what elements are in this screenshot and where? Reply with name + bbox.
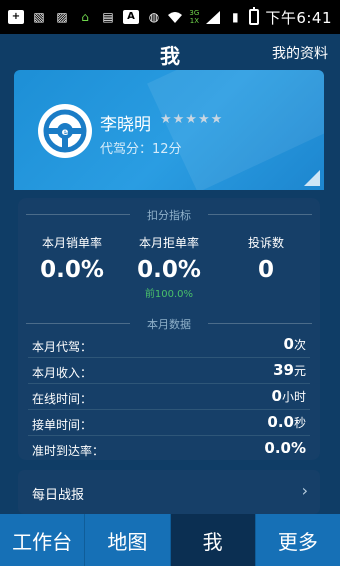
stat-row-online-time: 在线时间： 0小时 [28, 384, 310, 410]
signal-icon [205, 10, 221, 24]
svg-text:e: e [62, 127, 69, 138]
stat-label: 本月代驾： [32, 340, 93, 354]
stat-value: 0次 [283, 335, 306, 353]
kpi-cancel-rate: 本月销单率 0.0% [24, 234, 120, 283]
network-top: 3G [189, 9, 200, 17]
sim-icon: ▮ [232, 10, 239, 24]
tab-map[interactable]: 地图 [85, 514, 171, 566]
wifi-icon [167, 10, 183, 24]
kpi-value: 0.0% [137, 257, 201, 283]
stat-value: 39元 [273, 361, 306, 379]
daily-report-item[interactable]: 每日战报 › [18, 470, 320, 514]
my-profile-link[interactable]: 我的资料 [272, 43, 328, 63]
stat-row-income: 本月收入： 39元 [28, 358, 310, 384]
daily-report-label: 每日战报 [32, 488, 85, 503]
driver-score: 代驾分：12分 [100, 142, 182, 157]
plus-box-icon: + [8, 10, 24, 24]
metrics-panel: 扣分指标 本月销单率 0.0% 本月拒单率 0.0% 前100.0% 投诉数 0… [18, 198, 320, 460]
globe-icon: ◍ [148, 10, 160, 24]
kpi-value: 0.0% [40, 257, 104, 283]
avatar: e [38, 104, 92, 158]
stat-label: 在线时间： [32, 392, 93, 406]
stat-value: 0.0% [264, 439, 306, 457]
status-bar: + ▧ ▨ ⌂ ▤ A ◍ 3G 1X ▮ 下午6:41 [0, 0, 340, 34]
stat-value: 0小时 [271, 387, 306, 405]
battery-icon [249, 7, 260, 25]
a-box-icon: A [123, 10, 139, 24]
profile-card[interactable]: e 李晓明 ★★★★★ 代驾分：12分 [14, 70, 324, 190]
kpi-reject-rate: 本月拒单率 0.0% 前100.0% [121, 234, 217, 300]
star-rating: ★★★★★ [160, 112, 224, 127]
stat-label: 接单时间： [32, 418, 93, 432]
steering-wheel-icon: e [43, 109, 87, 153]
tab-me[interactable]: 我 [170, 514, 256, 566]
clock: 下午6:41 [265, 8, 332, 27]
stat-label: 准时到达率： [32, 444, 105, 458]
tab-workbench[interactable]: 工作台 [0, 514, 86, 566]
kpi-label: 本月销单率 [41, 236, 102, 250]
kpi-label: 本月拒单率 [138, 236, 199, 250]
lock-icon: ⌂ [81, 10, 89, 24]
chevron-right-icon: › [301, 481, 308, 500]
stat-row-trips: 本月代驾： 0次 [28, 332, 310, 358]
network-type: 3G 1X [189, 9, 199, 25]
image-text-icon: ▧ [33, 10, 45, 24]
status-bar-notifications: + ▧ ▨ ⌂ ▤ A ◍ [8, 10, 162, 24]
stat-value: 0.0秒 [267, 413, 306, 431]
tab-more[interactable]: 更多 [256, 514, 340, 566]
stat-label: 本月收入： [32, 366, 93, 380]
corner-triangle-icon [304, 170, 320, 186]
network-bottom: 1X [189, 17, 199, 25]
gallery-icon: ▤ [102, 10, 114, 24]
app-header: 我 我的资料 [0, 34, 340, 70]
stat-row-on-time-rate: 准时到达率： 0.0% [28, 436, 310, 462]
status-bar-system: 3G 1X ▮ 下午6:41 [167, 7, 332, 28]
driver-name: 李晓明 [100, 115, 151, 135]
image-icon: ▨ [56, 10, 68, 24]
kpi-complaints: 投诉数 0 [218, 234, 314, 283]
section-title-deduct: 扣分指标 [18, 207, 320, 222]
kpi-value: 0 [257, 257, 274, 283]
stat-row-accept-time: 接单时间： 0.0秒 [28, 410, 310, 436]
section-title-month: 本月数据 [18, 316, 320, 331]
bottom-nav: 工作台 地图 我 更多 [0, 514, 340, 566]
kpi-label: 投诉数 [247, 236, 284, 250]
kpi-rank: 前100.0% [144, 289, 194, 300]
